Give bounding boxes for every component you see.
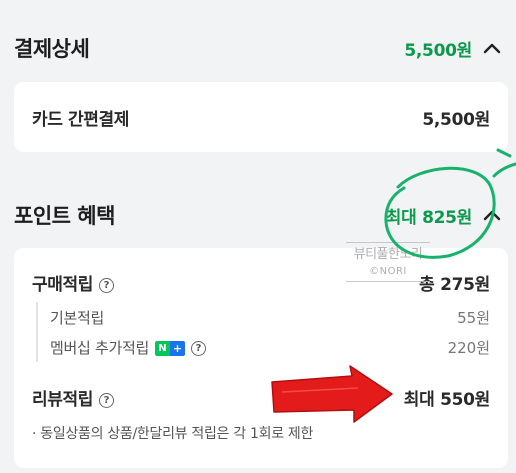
- review-points-note: · 동일상품의 상품/한달리뷰 적립은 각 1회로 제한: [32, 426, 314, 442]
- watermark-bottom-line: [346, 281, 430, 282]
- purchase-points-label-wrap: 구매적립?: [32, 270, 114, 295]
- watermark: 뷰티풀한노리 ©NORI: [346, 238, 430, 282]
- membership-points-label-wrap: 멤버십 추가적립 N +?: [50, 337, 206, 358]
- membership-points-label: 멤버십 추가적립: [50, 338, 149, 357]
- green-circle-tail: [492, 162, 516, 178]
- watermark-copyright: ©NORI: [369, 266, 407, 277]
- point-benefit-summary: 최대 825원: [386, 203, 502, 228]
- naver-plus-badge: N +: [154, 340, 185, 356]
- basic-points-row: 기본적립 55원: [50, 306, 490, 328]
- watermark-text: 뷰티풀한노리: [353, 247, 423, 262]
- review-points-label-wrap: 리뷰적립?: [32, 385, 114, 410]
- plus-icon: +: [169, 340, 185, 356]
- payment-detail-header[interactable]: 결제상세 5,500원: [0, 20, 516, 76]
- purchase-points-label: 구매적립: [32, 274, 93, 295]
- membership-points-value: 220원: [447, 338, 490, 357]
- chevron-up-icon[interactable]: [482, 38, 502, 58]
- question-circle-icon[interactable]: ?: [98, 392, 114, 408]
- payment-total: 5,500원: [404, 40, 472, 61]
- review-points-row: 리뷰적립? 최대 550원: [32, 385, 491, 410]
- payment-detail-title: 결제상세: [14, 37, 90, 61]
- question-circle-icon[interactable]: ?: [190, 340, 206, 356]
- basic-points-value: 55원: [457, 308, 490, 327]
- payment-method-amount: 5,500원: [422, 109, 490, 130]
- payment-method-card: 카드 간편결제 5,500원: [14, 82, 508, 152]
- payment-method-label: 카드 간편결제: [32, 109, 129, 130]
- point-benefit-header[interactable]: 포인트 혜택 최대 825원: [0, 187, 516, 243]
- membership-points-row: 멤버십 추가적립 N +? 220원: [50, 336, 490, 358]
- chevron-up-icon[interactable]: [482, 205, 502, 225]
- payment-method-row: 카드 간편결제 5,500원: [32, 82, 490, 152]
- review-points-label: 리뷰적립: [32, 389, 93, 410]
- naver-n-icon: N: [154, 340, 170, 356]
- point-benefit-card: 구매적립? 총 275원 기본적립 55원 멤버십 추가적립 N +? 220원 리…: [14, 248, 508, 468]
- question-circle-icon[interactable]: ?: [98, 277, 114, 293]
- point-benefit-title: 포인트 혜택: [14, 204, 115, 228]
- review-points-value: 최대 550원: [403, 389, 491, 410]
- point-max-amount: 최대 825원: [385, 207, 473, 228]
- basic-points-label: 기본적립: [50, 308, 105, 327]
- sub-items-divider: [36, 302, 38, 362]
- payment-detail-summary: 5,500원: [404, 36, 502, 61]
